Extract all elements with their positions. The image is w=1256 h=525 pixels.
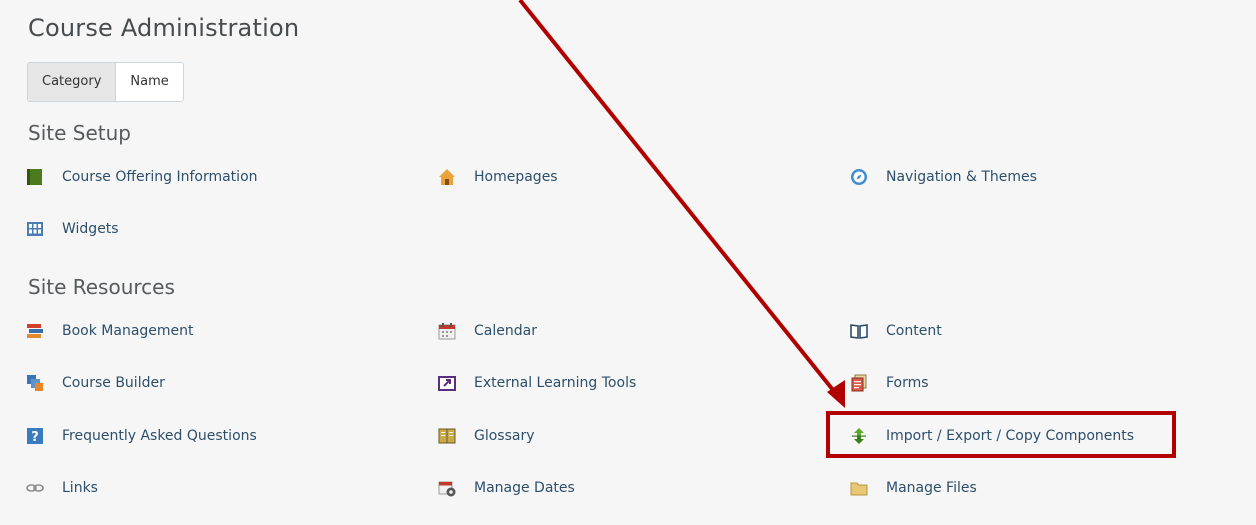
blocks-icon	[26, 374, 44, 392]
tool-label: Widgets	[62, 221, 119, 237]
tool-course-offering-information[interactable]: Course Offering Information	[26, 168, 258, 186]
calendar-icon	[438, 322, 456, 340]
tool-homepages[interactable]: Homepages	[438, 168, 558, 186]
tool-label: Navigation & Themes	[886, 169, 1037, 185]
faq-icon: ?	[26, 427, 44, 445]
compass-icon	[850, 168, 868, 186]
name-toggle-button[interactable]: Name	[116, 63, 183, 101]
tool-label: Calendar	[474, 323, 537, 339]
svg-text:?: ?	[31, 430, 39, 445]
tool-forms[interactable]: Forms	[850, 374, 929, 392]
external-tool-icon	[438, 374, 456, 392]
folder-icon	[850, 479, 868, 497]
tool-label: Glossary	[474, 428, 535, 444]
tool-label: Course Offering Information	[62, 169, 258, 185]
tool-external-learning-tools[interactable]: External Learning Tools	[438, 374, 636, 392]
view-toggle: Category Name	[27, 62, 184, 102]
link-icon	[26, 479, 44, 497]
tool-manage-dates[interactable]: Manage Dates	[438, 479, 575, 497]
widgets-icon	[26, 220, 44, 238]
tool-glossary[interactable]: Glossary	[438, 427, 535, 445]
books-icon	[26, 322, 44, 340]
tool-label: Content	[886, 323, 942, 339]
highlight-box	[826, 411, 1176, 458]
tool-label: Manage Files	[886, 480, 977, 496]
forms-icon	[850, 374, 868, 392]
tool-widgets[interactable]: Widgets	[26, 220, 119, 238]
tool-calendar[interactable]: Calendar	[438, 322, 537, 340]
tool-links[interactable]: Links	[26, 479, 98, 497]
tool-label: Forms	[886, 375, 929, 391]
glossary-icon	[438, 427, 456, 445]
tool-label: Manage Dates	[474, 480, 575, 496]
page-title: Course Administration	[28, 14, 300, 42]
tool-navigation-themes[interactable]: Navigation & Themes	[850, 168, 1037, 186]
tool-label: Course Builder	[62, 375, 165, 391]
tool-course-builder[interactable]: Course Builder	[26, 374, 165, 392]
site-resources-heading: Site Resources	[28, 275, 175, 299]
tool-label: External Learning Tools	[474, 375, 637, 391]
house-icon	[438, 168, 456, 186]
tool-label: Frequently Asked Questions	[62, 428, 257, 444]
book-icon	[26, 168, 44, 186]
tool-content[interactable]: Content	[850, 322, 942, 340]
calendar-gear-icon	[438, 479, 456, 497]
tool-frequently-asked-questions[interactable]: ? Frequently Asked Questions	[26, 427, 257, 445]
tool-book-management[interactable]: Book Management	[26, 322, 194, 340]
tool-manage-files[interactable]: Manage Files	[850, 479, 977, 497]
open-book-icon	[850, 322, 868, 340]
tool-label: Links	[62, 480, 98, 496]
site-setup-heading: Site Setup	[28, 121, 131, 145]
tool-label: Book Management	[62, 323, 194, 339]
category-toggle-button[interactable]: Category	[28, 63, 117, 101]
tool-label: Homepages	[474, 169, 558, 185]
